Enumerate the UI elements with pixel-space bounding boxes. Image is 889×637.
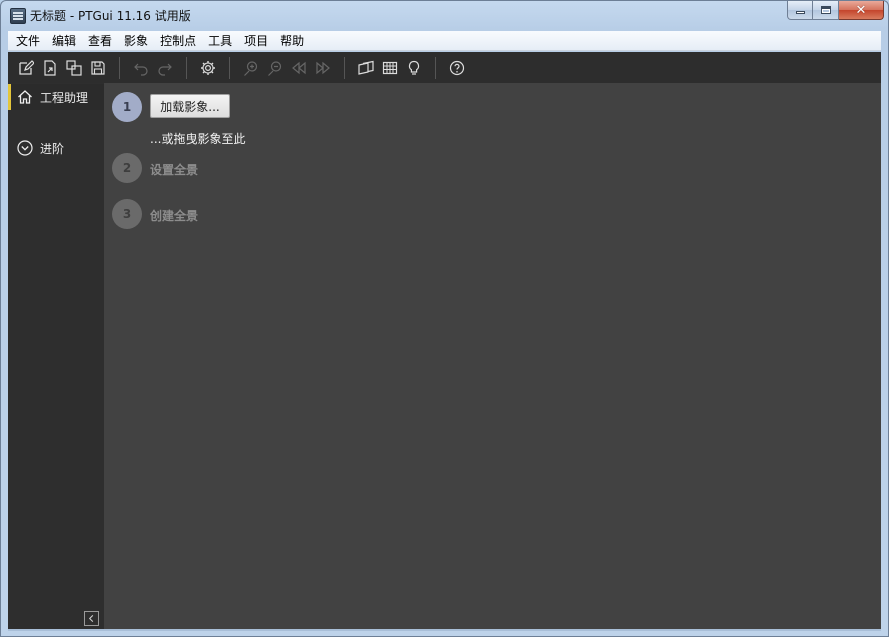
app-window: 无标题 - PTGui 11.16 试用版 ✕ 文件 编辑 查看 影象 控制点 … bbox=[0, 0, 889, 637]
toolbar-separator bbox=[119, 56, 120, 79]
menu-file[interactable]: 文件 bbox=[10, 31, 46, 51]
zoom-in-icon bbox=[244, 60, 258, 76]
toolbar bbox=[8, 52, 881, 83]
control-point-table-icon bbox=[382, 61, 398, 74]
toolbar-separator bbox=[344, 56, 345, 79]
step-3-label: 创建全景 bbox=[150, 209, 199, 223]
sidebar-item-label: 工程助理 bbox=[40, 90, 89, 105]
menu-tools[interactable]: 工具 bbox=[202, 31, 238, 51]
new-project-button[interactable] bbox=[14, 56, 38, 80]
menu-project[interactable]: 项目 bbox=[238, 31, 274, 51]
save-icon bbox=[91, 60, 105, 75]
open-project-button[interactable] bbox=[38, 56, 62, 80]
step-1-badge: 1 bbox=[112, 92, 142, 122]
toolbar-separator bbox=[186, 56, 187, 79]
panorama-editor-icon bbox=[358, 60, 374, 75]
close-button[interactable]: ✕ bbox=[839, 1, 884, 20]
step-2-label: 设置全景 bbox=[150, 163, 199, 177]
minimize-icon bbox=[795, 11, 805, 14]
menu-view[interactable]: 查看 bbox=[82, 31, 118, 51]
menu-bar: 文件 编辑 查看 影象 控制点 工具 项目 帮助 bbox=[8, 31, 881, 51]
step-2-badge: 2 bbox=[112, 153, 142, 183]
menu-edit[interactable]: 编辑 bbox=[46, 31, 82, 51]
settings-gear-icon bbox=[201, 60, 215, 75]
undo-icon bbox=[134, 63, 148, 76]
maximize-icon bbox=[820, 6, 831, 14]
menu-control-points[interactable]: 控制点 bbox=[154, 31, 202, 51]
window-title: 无标题 - PTGui 11.16 试用版 bbox=[30, 9, 191, 23]
sidebar-item-label: 进阶 bbox=[40, 141, 65, 156]
maximize-button[interactable] bbox=[813, 1, 839, 20]
zoom-out-button[interactable] bbox=[263, 56, 287, 80]
app-logo-icon[interactable] bbox=[10, 8, 26, 24]
step-3-badge: 3 bbox=[112, 199, 142, 229]
sidebar-item-advanced[interactable]: 进阶 bbox=[8, 135, 104, 161]
load-images-button[interactable]: 加载影象... bbox=[150, 94, 230, 118]
previous-button[interactable] bbox=[287, 56, 311, 80]
drag-drop-hint: ...或拖曳影象至此 bbox=[150, 132, 246, 146]
lightbulb-icon bbox=[408, 60, 420, 75]
close-icon: ✕ bbox=[855, 2, 867, 18]
zoom-out-icon bbox=[268, 60, 282, 76]
title-bar[interactable]: 无标题 - PTGui 11.16 试用版 ✕ bbox=[1, 1, 888, 31]
window-bottom-border bbox=[8, 629, 881, 631]
project-assistant-panel: 1 加载影象... ...或拖曳影象至此 2 设置全景 3 创建全景 bbox=[104, 83, 881, 629]
menu-help[interactable]: 帮助 bbox=[274, 31, 310, 51]
window-controls: ✕ bbox=[787, 1, 884, 21]
help-icon bbox=[449, 60, 465, 75]
undo-button[interactable] bbox=[129, 56, 153, 80]
settings-button[interactable] bbox=[196, 56, 220, 80]
chevron-left-icon bbox=[88, 614, 94, 623]
sidebar: 工程助理 进阶 bbox=[8, 83, 104, 629]
minimize-button[interactable] bbox=[787, 1, 813, 20]
menu-images[interactable]: 影象 bbox=[118, 31, 154, 51]
previous-icon bbox=[292, 61, 306, 74]
sidebar-item-project-assistant[interactable]: 工程助理 bbox=[8, 84, 104, 110]
toolbar-separator bbox=[229, 56, 230, 79]
sidebar-collapse-button[interactable] bbox=[84, 611, 99, 626]
panorama-editor-button[interactable] bbox=[354, 56, 378, 80]
home-icon bbox=[16, 88, 34, 106]
control-point-table-button[interactable] bbox=[378, 56, 402, 80]
help-button[interactable] bbox=[445, 56, 469, 80]
chevron-circle-down-icon bbox=[16, 139, 34, 157]
next-icon bbox=[316, 61, 330, 74]
redo-icon bbox=[158, 63, 172, 76]
new-project-icon bbox=[19, 59, 34, 75]
next-button[interactable] bbox=[311, 56, 335, 80]
tips-button[interactable] bbox=[402, 56, 426, 80]
copy-project-button[interactable] bbox=[62, 56, 86, 80]
redo-button[interactable] bbox=[153, 56, 177, 80]
open-project-icon bbox=[44, 59, 56, 76]
save-button[interactable] bbox=[86, 56, 110, 80]
zoom-in-button[interactable] bbox=[239, 56, 263, 80]
toolbar-separator bbox=[435, 56, 436, 79]
copy-project-icon bbox=[66, 59, 82, 76]
